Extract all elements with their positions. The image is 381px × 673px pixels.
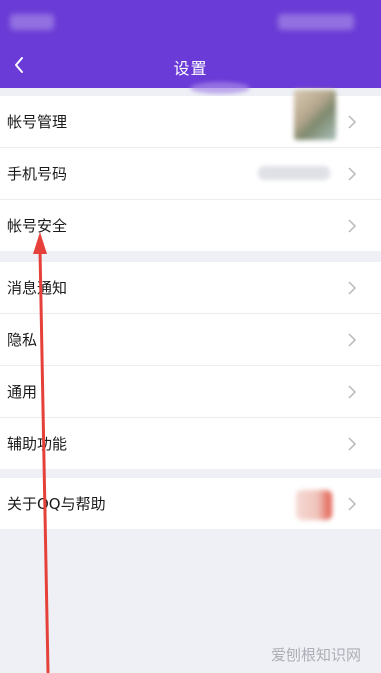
settings-group-account: 帐号管理 手机号码 帐号安全 xyxy=(0,90,381,251)
avatar xyxy=(294,90,336,140)
chevron-right-icon xyxy=(348,114,357,129)
settings-item-about-qq[interactable]: 关于QQ与帮助 xyxy=(0,478,381,529)
settings-item-phone-number[interactable]: 手机号码 xyxy=(0,148,381,200)
chevron-right-icon xyxy=(348,436,357,451)
update-badge xyxy=(296,490,332,520)
page-title: 设置 xyxy=(173,59,208,78)
chevron-right-icon xyxy=(348,280,357,295)
settings-item-label: 手机号码 xyxy=(7,165,68,183)
redacted-status-left xyxy=(10,14,54,30)
redacted-status-right xyxy=(278,14,354,30)
settings-group-about: 关于QQ与帮助 xyxy=(0,478,381,529)
settings-item-label: 帐号安全 xyxy=(7,217,68,235)
chevron-right-icon xyxy=(348,496,357,511)
settings-item-label: 隐私 xyxy=(7,331,38,349)
watermark: 爱刨根知识网 xyxy=(270,646,361,664)
settings-item-general[interactable]: 通用 xyxy=(0,366,381,418)
settings-item-label: 消息通知 xyxy=(7,279,68,297)
settings-item-label: 关于QQ与帮助 xyxy=(7,495,106,513)
chevron-right-icon xyxy=(348,332,357,347)
status-bar xyxy=(0,0,381,42)
chevron-right-icon xyxy=(348,384,357,399)
settings-item-label: 辅助功能 xyxy=(7,435,68,453)
settings-item-notifications[interactable]: 消息通知 xyxy=(0,262,381,314)
settings-item-account-management[interactable]: 帐号管理 xyxy=(0,90,381,148)
settings-group-general: 消息通知 隐私 通用 辅助功能 xyxy=(0,262,381,469)
header-glow xyxy=(190,82,250,94)
settings-item-account-security[interactable]: 帐号安全 xyxy=(0,200,381,251)
nav-bar: 设置 xyxy=(0,42,381,88)
redacted-phone-number xyxy=(258,166,330,180)
settings-item-label: 通用 xyxy=(7,383,38,401)
chevron-right-icon xyxy=(348,166,357,181)
chevron-right-icon xyxy=(348,218,357,233)
settings-item-label: 帐号管理 xyxy=(7,113,68,131)
settings-item-privacy[interactable]: 隐私 xyxy=(0,314,381,366)
settings-item-accessibility[interactable]: 辅助功能 xyxy=(0,418,381,469)
